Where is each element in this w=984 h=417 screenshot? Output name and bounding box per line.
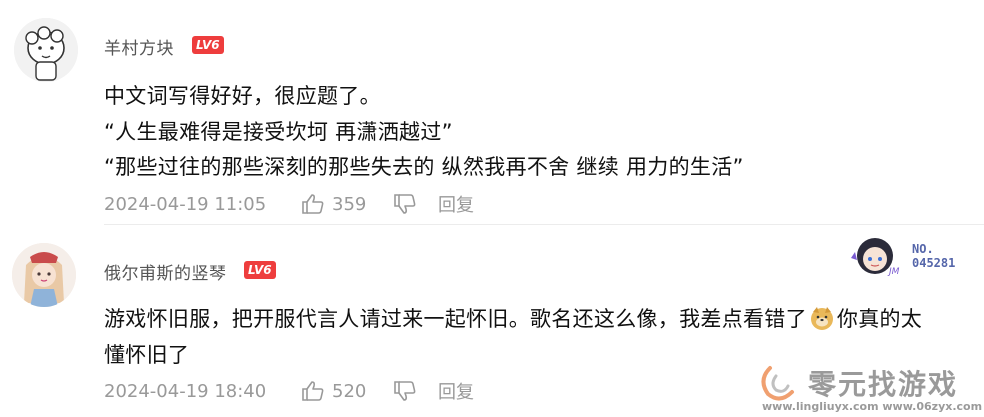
hero-badge-number: NO. 045281 bbox=[912, 242, 955, 270]
comment-text-segment: 游戏怀旧服，把开服代言人请过来一起怀旧。歌名还这么像，我差点看错了 bbox=[104, 307, 807, 331]
level-badge: LV6 bbox=[192, 36, 224, 54]
comment-text-line: 懂怀旧了 bbox=[104, 343, 190, 367]
avatar[interactable] bbox=[12, 243, 76, 307]
comment-text-line: 中文词写得好好，很应题了。 bbox=[104, 84, 381, 108]
svg-text:JM: JM bbox=[887, 267, 900, 277]
watermark-title: 零元找游戏 bbox=[808, 368, 959, 401]
chibi-character-badge-icon: JM bbox=[851, 238, 900, 277]
watermark-urls: www.lingliuyx.com www.06zyx.com bbox=[762, 400, 983, 413]
comment-meta: 2024-04-19 18:40 520 回复 bbox=[104, 378, 474, 404]
comment-text-segment: 你真的太 bbox=[836, 307, 923, 331]
reply-button[interactable]: 回复 bbox=[438, 191, 474, 217]
thumbs-up-icon[interactable] bbox=[300, 193, 326, 215]
comment-text-line: “那些过往的那些深刻的那些失去的 纵然我再不舍 继续 用力的生活” bbox=[104, 155, 744, 179]
comment-date: 2024-04-19 11:05 bbox=[104, 193, 267, 215]
sheep-avatar-icon bbox=[14, 18, 78, 82]
thumbs-up-icon[interactable] bbox=[300, 380, 326, 402]
username[interactable]: 羊村方块 bbox=[104, 34, 174, 59]
comment-text-line: “人生最难得是接受坎坷 再潇洒越过” bbox=[104, 120, 453, 144]
hero-badge-label: NO. bbox=[912, 242, 934, 256]
comment-date: 2024-04-19 18:40 bbox=[104, 380, 267, 402]
thumbs-down-icon[interactable] bbox=[392, 380, 418, 402]
username[interactable]: 俄尔甫斯的竖琴 bbox=[104, 259, 227, 284]
hero-badge-value: 045281 bbox=[912, 256, 956, 270]
anime-girl-avatar-icon bbox=[12, 243, 76, 307]
comment-text-line: 游戏怀旧服，把开服代言人请过来一起怀旧。歌名还这么像，我差点看错了 你真的太 bbox=[104, 303, 922, 333]
like-count: 520 bbox=[332, 380, 367, 402]
avatar[interactable] bbox=[14, 18, 78, 82]
reply-button[interactable]: 回复 bbox=[438, 378, 474, 404]
thumbs-down-icon[interactable] bbox=[392, 193, 418, 215]
comment-item: 羊村方块 LV6 中文词写得好好，很应题了。 “人生最难得是接受坎坷 再潇洒越过… bbox=[0, 0, 984, 225]
level-badge: LV6 bbox=[244, 261, 276, 279]
doge-emoji-icon bbox=[810, 307, 833, 330]
comment-meta: 2024-04-19 11:05 359 回复 bbox=[104, 191, 474, 217]
like-count: 359 bbox=[332, 193, 367, 215]
